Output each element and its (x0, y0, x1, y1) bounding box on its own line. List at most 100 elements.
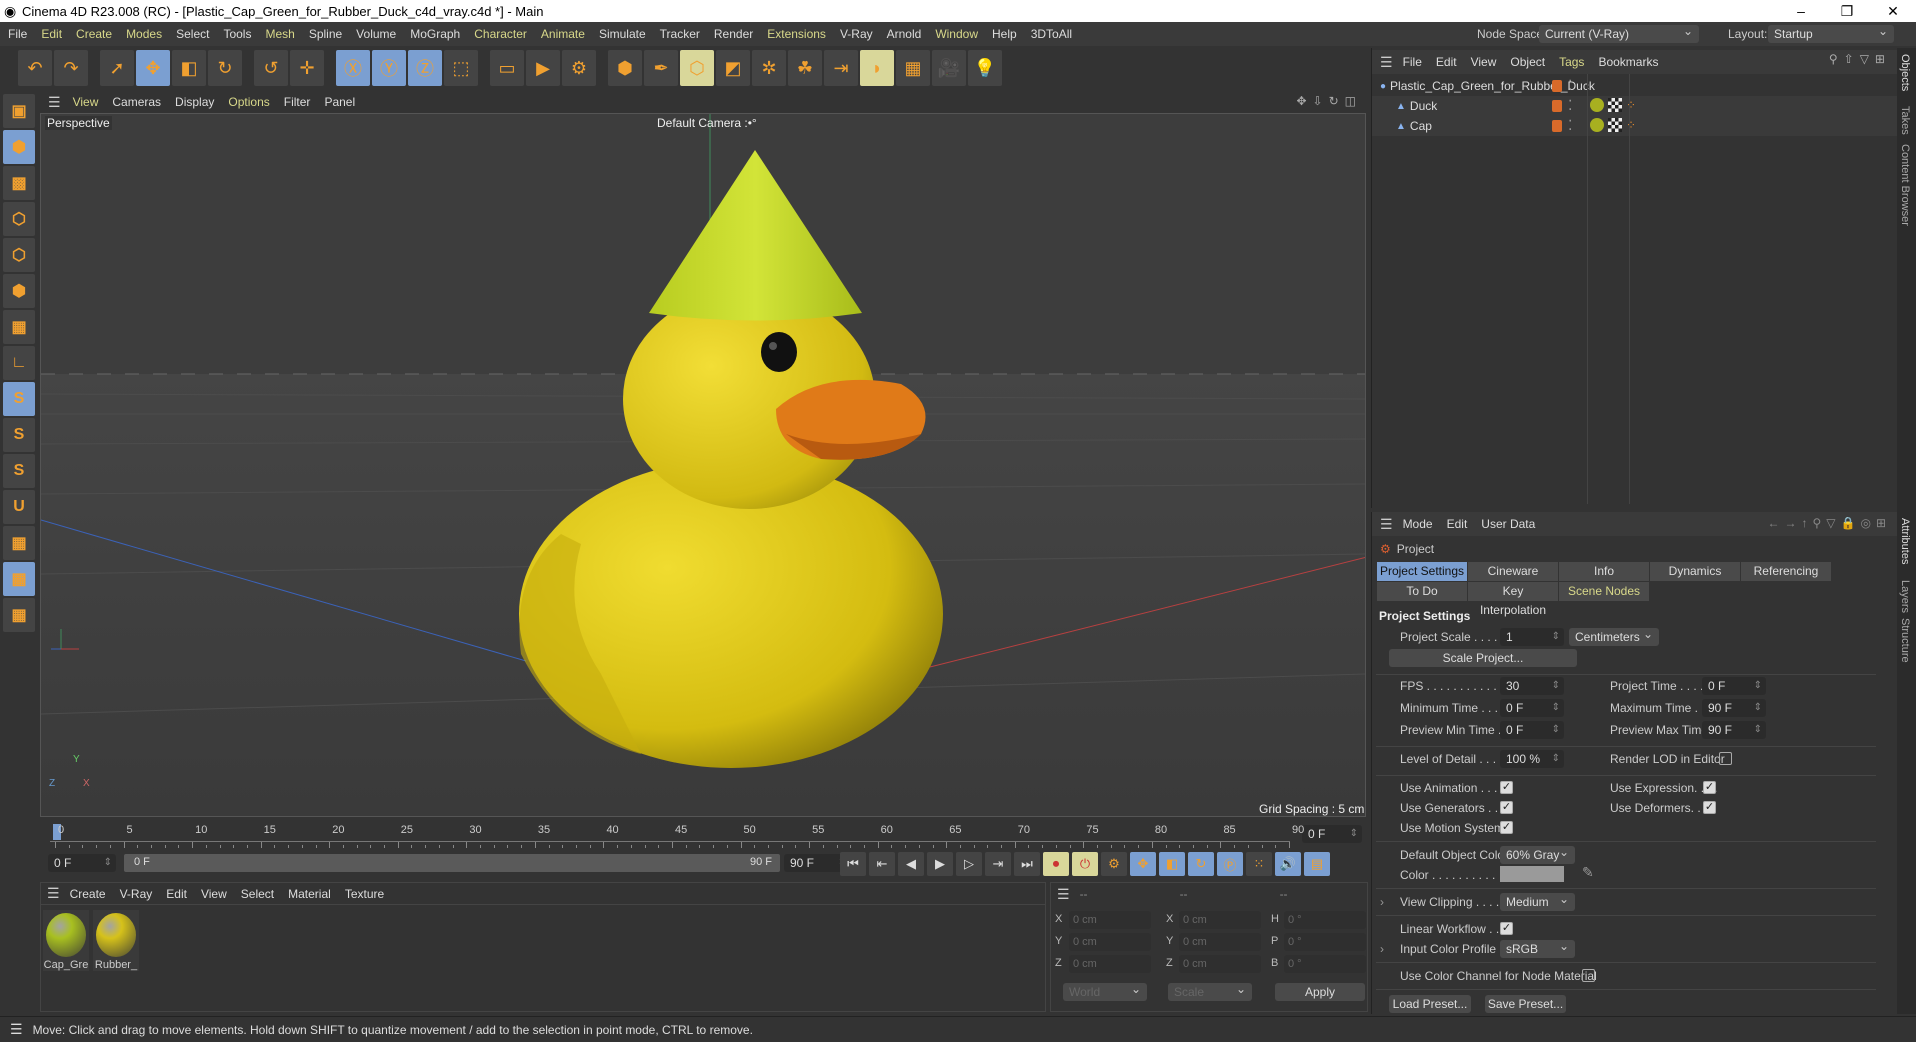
camera-icon[interactable]: 🎥 (932, 50, 966, 86)
layer-color-icon[interactable] (1552, 80, 1562, 92)
material-menu-material[interactable]: Material (288, 887, 331, 901)
coord-field[interactable]: 0 cm (1179, 955, 1261, 973)
current-frame-field[interactable]: 0 F (1302, 825, 1362, 843)
coord-field[interactable]: 0 cm (1069, 933, 1151, 951)
viewport-menu-view[interactable]: View (73, 95, 99, 109)
expand-icon[interactable]: › (1380, 895, 1384, 909)
autokey-icon[interactable]: ⏻ (1072, 852, 1098, 876)
viewport-nav-icons[interactable]: ✥⇩↻◫ (1296, 94, 1362, 108)
use-color-channel-checkbox[interactable] (1582, 969, 1595, 982)
color-swatch[interactable] (1500, 866, 1564, 882)
menu-arnold[interactable]: Arnold (887, 27, 922, 41)
coord-field[interactable]: 0 cm (1069, 911, 1151, 929)
view-clipping-dropdown[interactable]: Medium (1500, 890, 1575, 911)
play-icon[interactable]: ▶ (927, 852, 953, 876)
go-to-start-icon[interactable]: ⏮ (840, 852, 866, 876)
viewport-menu-filter[interactable]: Filter (284, 95, 311, 109)
hamburger-icon[interactable]: ☰ (10, 1021, 23, 1038)
polygon-mode-icon[interactable]: ⬢ (3, 274, 35, 308)
material-menu-select[interactable]: Select (241, 887, 274, 901)
render-lod-checkbox[interactable] (1719, 752, 1732, 765)
menu-volume[interactable]: Volume (356, 27, 396, 41)
menu-select[interactable]: Select (176, 27, 209, 41)
minimize-button[interactable]: – (1778, 0, 1824, 22)
menu-mograph[interactable]: MoGraph (410, 27, 460, 41)
edge-mode-icon[interactable]: ⬡ (3, 238, 35, 272)
tab-referencing[interactable]: Referencing (1741, 562, 1832, 581)
tab-to-do[interactable]: To Do (1377, 582, 1468, 601)
prev-key-icon[interactable]: ⇤ (869, 852, 895, 876)
visibility-dots-icon[interactable]: ⁚ (1568, 77, 1572, 94)
render-region-icon[interactable]: ▭ (490, 50, 524, 86)
tab-key-interpolation[interactable]: Key Interpolation (1468, 582, 1559, 617)
tab-structure[interactable]: Structure (1899, 618, 1911, 663)
visibility-dots-icon[interactable]: ⁚ (1568, 117, 1572, 134)
viewport-menu-panel[interactable]: Panel (324, 95, 355, 109)
snap-enable-icon[interactable]: S (3, 454, 35, 488)
3d-viewport[interactable]: Perspective Default Camera :•° Grid Spac… (40, 113, 1366, 817)
menu-file[interactable]: File (8, 27, 27, 41)
y-axis-icon[interactable]: Ⓨ (372, 50, 406, 86)
apply-button[interactable]: Apply (1275, 983, 1365, 1001)
light-icon[interactable]: 💡 (968, 50, 1002, 86)
coordinate-system-icon[interactable]: ⬚ (444, 50, 478, 86)
menu-extensions[interactable]: Extensions (767, 27, 826, 41)
tab-cineware[interactable]: Cineware (1468, 562, 1559, 581)
lock-workplane-icon[interactable]: ▦ (3, 562, 35, 596)
point-mode-icon[interactable]: ⬡ (3, 202, 35, 236)
model-mode-icon[interactable]: ▣ (3, 94, 35, 128)
material-menu-v-ray[interactable]: V-Ray (120, 887, 153, 901)
prev-frame-icon[interactable]: ◀ (898, 852, 924, 876)
tab-content-browser[interactable]: Content Browser (1899, 144, 1911, 226)
layer-color-icon[interactable] (1552, 120, 1562, 132)
next-key-icon[interactable]: ⇥ (985, 852, 1011, 876)
texture-tag-icon[interactable] (1608, 118, 1622, 132)
cube-icon[interactable]: ⬢ (608, 50, 642, 86)
viewport-menu-options[interactable]: Options (228, 95, 269, 109)
use-animation-checkbox[interactable]: ✓ (1500, 781, 1513, 794)
coord-field[interactable]: 0 ° (1284, 911, 1366, 929)
camera-label[interactable]: Default Camera :•° (657, 116, 757, 130)
lod-field[interactable]: 100 % (1500, 750, 1564, 768)
uv-mode-icon[interactable]: ▦ (3, 310, 35, 344)
hamburger-icon[interactable]: ☰ (1380, 54, 1393, 71)
material-menu-texture[interactable]: Texture (345, 887, 384, 901)
key-rotation-icon[interactable]: ↻ (1188, 852, 1214, 876)
undo-icon[interactable]: ↶ (18, 50, 52, 86)
viewport-menu-cameras[interactable]: Cameras (112, 95, 161, 109)
menu-create[interactable]: Create (76, 27, 112, 41)
menu-mesh[interactable]: Mesh (265, 27, 294, 41)
go-to-end-icon[interactable]: ⏭ (1014, 852, 1040, 876)
object-name[interactable]: Duck (1410, 99, 1437, 113)
menu-character[interactable]: Character (474, 27, 527, 41)
close-button[interactable]: ✕ (1870, 0, 1916, 22)
material-menu-view[interactable]: View (201, 887, 227, 901)
objects-menu-view[interactable]: View (1471, 55, 1497, 69)
menu-animate[interactable]: Animate (541, 27, 585, 41)
key-param-icon[interactable]: Ⓟ (1217, 852, 1243, 876)
viewport-menu-display[interactable]: Display (175, 95, 214, 109)
coord-field[interactable]: 0 ° (1284, 955, 1366, 973)
object-name[interactable]: Plastic_Cap_Green_for_Rubber_Duck (1390, 79, 1595, 93)
sound-icon[interactable]: 🔊 (1275, 852, 1301, 876)
scale-icon[interactable]: ◧ (172, 50, 206, 86)
min-time-field[interactable]: 0 F (1500, 699, 1564, 717)
object-row[interactable]: ▲ Duck ⁚ ⁘ (1372, 96, 1897, 116)
menu-tools[interactable]: Tools (223, 27, 251, 41)
menu-modes[interactable]: Modes (126, 27, 162, 41)
objects-toolbar-icons[interactable]: ⚲⇧▽⊞ (1829, 52, 1891, 66)
coord-mode-dropdown[interactable]: Scale (1168, 980, 1252, 1001)
menu-spline[interactable]: Spline (309, 27, 342, 41)
axis-mode-icon[interactable]: ∟ (3, 346, 35, 380)
input-profile-dropdown[interactable]: sRGB (1500, 937, 1575, 958)
menu-help[interactable]: Help (992, 27, 1017, 41)
layout-dropdown[interactable]: Startup (1768, 22, 1894, 43)
menu-v-ray[interactable]: V-Ray (840, 27, 873, 41)
magnet-icon[interactable]: U (3, 490, 35, 524)
start-frame-field[interactable]: 0 F (48, 854, 116, 872)
tab-layers[interactable]: Layers (1899, 580, 1911, 613)
load-preset-button[interactable]: Load Preset... (1389, 995, 1471, 1013)
menu-tracker[interactable]: Tracker (660, 27, 700, 41)
menu-simulate[interactable]: Simulate (599, 27, 646, 41)
object-row[interactable]: ▲ Cap ⁚ ⁘ (1372, 116, 1897, 136)
